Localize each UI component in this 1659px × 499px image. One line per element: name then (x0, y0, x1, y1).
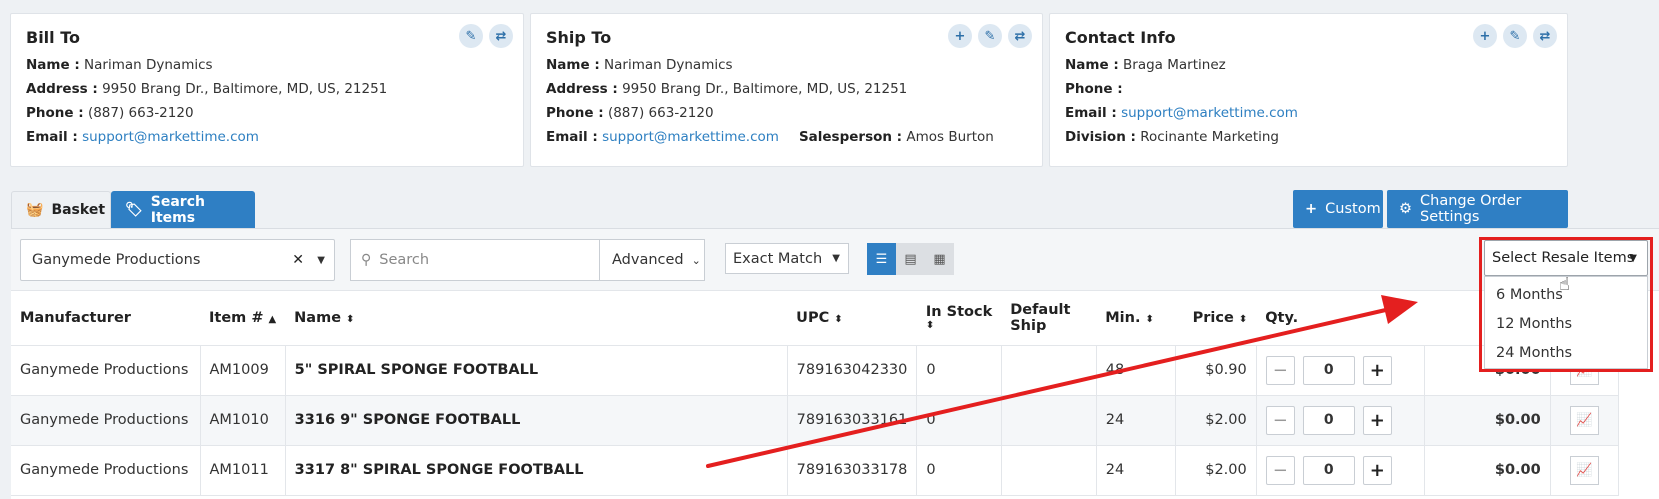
plus-button[interactable]: + (1362, 355, 1392, 385)
clear-icon[interactable]: ✕ (292, 252, 304, 268)
col-name[interactable]: Name ⬍ (285, 291, 788, 346)
grid-view-icon[interactable]: ▦ (925, 243, 954, 275)
col-qty: Qty. (1256, 291, 1425, 346)
tab-basket[interactable]: 🧺 Basket (11, 191, 111, 228)
col-item[interactable]: Item # ▲ (200, 291, 286, 346)
col-min[interactable]: Min. ⬍ (1096, 291, 1176, 346)
table-row: Ganymede Productions AM1009 5" SPIRAL SP… (11, 345, 1619, 396)
qty-input[interactable]: 0 (1302, 355, 1355, 385)
minus-button[interactable]: − (1265, 405, 1295, 435)
search-items-panel: Ganymede Productions ✕ ▼ ⚲ Advanced⌄ Exa… (11, 228, 1659, 499)
plus-icon[interactable]: + (948, 24, 972, 48)
salesperson-name: Amos Burton (906, 129, 994, 145)
plus-icon[interactable]: + (1473, 24, 1497, 48)
plus-button[interactable]: + (1362, 455, 1392, 485)
minus-button[interactable]: − (1265, 455, 1295, 485)
contact-email-link[interactable]: support@markettime.com (1121, 105, 1298, 121)
swap-arrows-icon[interactable]: ⇄ (489, 24, 513, 48)
list-view-icon[interactable]: ☰ (867, 243, 896, 275)
minus-button[interactable]: − (1265, 355, 1295, 385)
contact-name: Braga Martinez (1123, 57, 1226, 73)
qty-input[interactable]: 0 (1302, 455, 1355, 485)
ship-to-name: Nariman Dynamics (604, 57, 733, 73)
detail-list-view-icon[interactable]: ▤ (896, 243, 925, 275)
sort-icon: ⬍ (925, 320, 935, 332)
bill-to-name: Nariman Dynamics (84, 57, 213, 73)
sort-icon: ⬍ (834, 313, 843, 325)
caret-down-icon: ▼ (832, 253, 840, 264)
bill-to-email-link[interactable]: support@markettime.com (82, 129, 259, 145)
contact-division: Rocinante Marketing (1140, 129, 1279, 145)
sort-icon: ⬍ (1238, 313, 1248, 325)
manufacturer-select[interactable]: Ganymede Productions ✕ ▼ (20, 239, 335, 281)
search-icon: ⚲ (361, 252, 372, 268)
table-row: Ganymede Productions AM1010 3316 9" SPON… (11, 395, 1619, 446)
annotation-highlight-box (1479, 237, 1653, 372)
swap-arrows-icon[interactable]: ⇄ (1533, 24, 1557, 48)
col-price[interactable]: Price ⬍ (1175, 291, 1257, 346)
qty-input[interactable]: 0 (1302, 405, 1355, 435)
sort-icon: ⬍ (1145, 313, 1154, 325)
edit-square-icon[interactable]: ✎ (1503, 24, 1527, 48)
ship-to-phone: (887) 663-2120 (607, 105, 714, 121)
match-type-select[interactable]: Exact Match ▼ (725, 243, 849, 274)
ship-to-card: + ✎ ⇄ Ship To Name : Nariman Dynamics Ad… (530, 13, 1043, 167)
col-in-stock[interactable]: In Stock ⬍ (916, 291, 1002, 346)
ship-to-address: 9950 Brang Dr., Baltimore, MD, US, 21251 (622, 81, 908, 97)
table-row: Ganymede Productions AM1011 3317 8" SPIR… (11, 445, 1619, 496)
sort-asc-icon: ▲ (268, 313, 277, 325)
hand-cursor-icon: ☝ (1559, 274, 1570, 295)
caret-down-icon: ▼ (317, 254, 325, 266)
item-name[interactable]: 3317 8" SPIRAL SPONGE FOOTBALL (285, 445, 788, 496)
advanced-dropdown[interactable]: Advanced ⌄ (600, 239, 705, 281)
gear-icon: ⚙ (1399, 201, 1412, 217)
tab-search-items[interactable]: 🏷 Search Items (111, 191, 255, 228)
bill-to-title: Bill To (26, 28, 80, 47)
sort-icon: ⬍ (346, 313, 355, 325)
tags-icon: 🏷 (125, 201, 143, 218)
col-default-ship: Default Ship (1001, 291, 1097, 346)
change-order-settings-button[interactable]: ⚙ Change Order Settings (1387, 190, 1568, 228)
plus-button[interactable]: + (1362, 405, 1392, 435)
search-toolbar: Ganymede Productions ✕ ▼ ⚲ Advanced⌄ Exa… (11, 229, 1659, 291)
item-name[interactable]: 5" SPIRAL SPONGE FOOTBALL (285, 345, 788, 396)
col-manufacturer: Manufacturer (11, 291, 200, 346)
edit-pencil-icon[interactable]: ✎ (978, 24, 1002, 48)
bill-to-card: ✎ ⇄ Bill To Name : Nariman Dynamics Addr… (10, 13, 524, 167)
items-table: Manufacturer Item # ▲ Name ⬍ UPC ⬍ In Stock… (11, 291, 1619, 496)
swap-arrows-icon[interactable]: ⇄ (1008, 24, 1032, 48)
edit-pencil-icon[interactable]: ✎ (459, 24, 483, 48)
chart-icon[interactable]: 📈 (1569, 405, 1599, 435)
custom-button[interactable]: + Custom (1293, 190, 1383, 228)
view-toggle-group: ☰ ▤ ▦ (867, 243, 954, 275)
chevron-down-icon: ⌄ (691, 253, 701, 267)
col-upc[interactable]: UPC ⬍ (787, 291, 917, 346)
contact-info-card: + ✎ ⇄ Contact Info Name : Braga Martinez… (1049, 13, 1568, 167)
chart-icon[interactable]: 📈 (1569, 455, 1599, 485)
bill-to-address: 9950 Brang Dr., Baltimore, MD, US, 21251 (102, 81, 388, 97)
item-name[interactable]: 3316 9" SPONGE FOOTBALL (285, 395, 788, 446)
search-input[interactable] (379, 252, 580, 268)
plus-icon: + (1305, 201, 1318, 217)
basket-icon: 🧺 (26, 202, 44, 218)
search-field[interactable]: ⚲ (350, 239, 600, 281)
bill-to-phone: (887) 663-2120 (87, 105, 194, 121)
ship-to-email-link[interactable]: support@markettime.com (602, 129, 779, 145)
